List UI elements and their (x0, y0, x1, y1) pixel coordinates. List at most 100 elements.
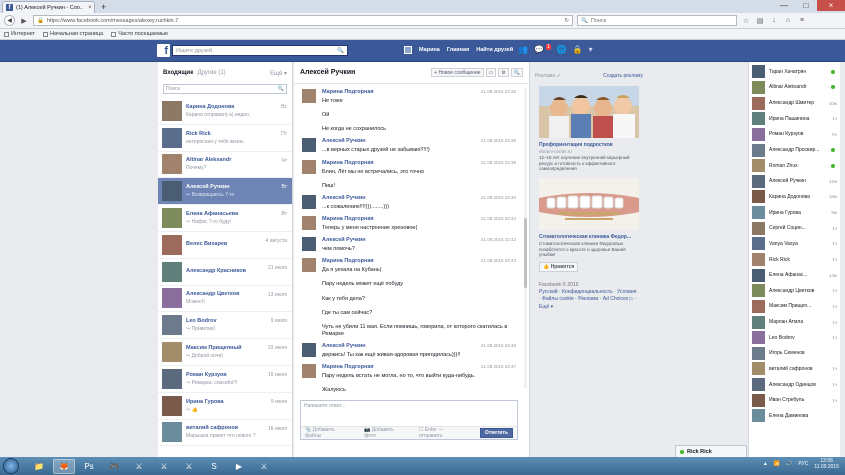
ad-image-teens[interactable] (539, 86, 639, 138)
explorer-icon[interactable]: 📁 (28, 459, 50, 474)
chat-buddy[interactable]: Vanya Vasya 1ч (749, 236, 840, 252)
ad-title[interactable]: Стоматологическая клиника Федор... (539, 234, 639, 240)
tab-other[interactable]: Другие (1) (197, 70, 225, 76)
facebook-logo[interactable]: f (157, 44, 170, 57)
bookmark-item[interactable]: Часто посещаемые (111, 31, 168, 37)
chat-buddy[interactable]: Roman Zhux (749, 158, 840, 174)
scrollbar[interactable] (524, 88, 527, 388)
download-icon[interactable]: ↓ (769, 16, 779, 26)
avatar[interactable] (302, 343, 316, 358)
game-icon[interactable]: 🎮 (103, 459, 125, 474)
notifications-icon[interactable]: 🌐 (557, 45, 567, 54)
close-window-button[interactable]: × (817, 0, 845, 11)
reload-icon[interactable]: ↻ (564, 18, 569, 24)
more-dropdown[interactable]: Ещё ▾ (270, 70, 287, 77)
url-text[interactable]: https://www.facebook.com/messages/alexey… (47, 18, 562, 24)
ad-item[interactable]: Стоматологическая клиника Федор... Стома… (533, 177, 645, 276)
avatar[interactable] (302, 89, 316, 103)
thread-row[interactable]: виталий сафронов Марышка привет что новог… (158, 420, 292, 447)
bookmark-item[interactable]: Интернет (4, 31, 35, 37)
tab-close-icon[interactable]: × (86, 5, 94, 11)
avatar[interactable] (302, 194, 316, 209)
enter-send-checkbox[interactable]: ☐ Enter — отправить (419, 427, 466, 439)
thread-row[interactable]: Александр Цветков Можно!) 13 июля (158, 286, 292, 313)
minimize-button[interactable]: — (773, 0, 795, 11)
tank-game3-icon[interactable]: ⚔ (178, 459, 200, 474)
chat-buddy[interactable]: Rick Rick 1ч (749, 252, 840, 268)
privacy-icon[interactable]: 🔒 (573, 45, 583, 54)
url-bar[interactable]: 🔒 https://www.facebook.com/messages/alex… (33, 15, 573, 26)
chat-buddy[interactable]: Ирина Пашинина 1ч (749, 111, 840, 127)
thread-search-input[interactable]: Поиск 🔍 (163, 84, 287, 94)
friend-requests-icon[interactable]: 👥 (518, 45, 528, 54)
chat-buddy[interactable]: Ирина Гурова 6м (749, 205, 840, 221)
avatar[interactable] (302, 159, 316, 174)
reply-input[interactable]: Напишите ответ... (301, 401, 517, 425)
nav-home[interactable]: Главная (447, 47, 469, 53)
browser-search-input[interactable]: 🔍 Поиск (577, 15, 737, 26)
media-icon[interactable]: ▶ (228, 459, 250, 474)
tank-game2-icon[interactable]: ⚔ (153, 459, 175, 474)
add-files-button[interactable]: 📎 Добавить файлы (305, 427, 350, 439)
settings-dropdown-icon[interactable]: ▾ (589, 45, 593, 54)
chat-buddy[interactable]: Елена Афанас... 14м (749, 267, 840, 283)
thread-row[interactable]: Максим Прищепный ↪ Доброй ночи) 23 июня (158, 339, 292, 366)
thread-row[interactable]: Алексей Ручкин ↪ Возвращаюсь 7-го Вт (158, 178, 292, 206)
skype-icon[interactable]: S (203, 459, 225, 474)
forward-arrow-icon[interactable]: ▶ (19, 16, 29, 26)
nav-profile[interactable]: Марина (419, 47, 440, 53)
browser-tab[interactable]: f (1) Алексей Ручкин - Соо... × (2, 1, 95, 13)
bookmark-item[interactable]: Начальная страница (43, 31, 103, 37)
thread-row[interactable]: Велес Вихарев 4 августа (158, 232, 292, 259)
chat-buddy[interactable]: Карина Додонова 18м (749, 189, 840, 205)
maximize-button[interactable]: □ (795, 0, 817, 11)
avatar[interactable] (302, 138, 316, 153)
star-icon[interactable]: ☆ (741, 16, 751, 26)
thread-row[interactable]: Карина Додонова Карина отправил(-а) видео… (158, 98, 292, 125)
network-icon[interactable]: 📶 (774, 461, 780, 467)
tab-inbox[interactable]: Входящие (163, 70, 193, 76)
back-arrow-icon[interactable]: ◀ (4, 15, 15, 26)
chat-buddy[interactable]: Александр Одинцов 1ч (749, 377, 840, 393)
new-tab-button[interactable]: + (101, 2, 106, 12)
firefox-icon[interactable]: 🦊 (53, 458, 75, 474)
bookmarks-icon[interactable]: ▤ (755, 16, 765, 26)
volume-icon[interactable]: 🔊 (786, 461, 792, 467)
thread-row[interactable]: Роман Курзуов ↪ Ремарка, спасибо!!! 16 июн… (158, 366, 292, 393)
new-message-button[interactable]: + Новое сообщение (431, 68, 484, 77)
nav-find-friends[interactable]: Найти друзей (476, 47, 513, 53)
ad-title[interactable]: Профориентация подростков (539, 142, 639, 148)
thread-row[interactable]: Altinar Aleksandr Почему? Чт (158, 152, 292, 179)
chat-buddy[interactable]: Елена Даминова (749, 408, 840, 424)
avatar[interactable] (302, 258, 316, 273)
search-icon[interactable]: 🔍 (510, 68, 523, 77)
add-photo-button[interactable]: 📷 Добавить фото (364, 427, 405, 439)
app-icon[interactable]: ⚔ (253, 459, 275, 474)
chat-buddy[interactable]: Leo Bodrov 1ч (749, 330, 840, 346)
conversation-title[interactable]: Алексей Ручкин (300, 69, 355, 76)
chat-buddy[interactable]: Игорь Семенов (749, 346, 840, 362)
avatar[interactable] (302, 237, 316, 252)
menu-icon[interactable]: ≡ (797, 16, 807, 26)
tray-arrow-icon[interactable]: ▲ (763, 461, 768, 467)
chat-buddy[interactable]: Максим Прищеп... 1ч (749, 299, 840, 315)
thread-row[interactable]: Leo Bodrov ↪ Приветик) 9 июля (158, 312, 292, 340)
create-ad-link[interactable]: Создать рекламу (603, 73, 643, 79)
thread-row[interactable]: Rick Rick интересная у тебя жизнь Пт (158, 125, 292, 152)
fb-search-input[interactable]: Ищите друзей 🔍 (172, 45, 348, 56)
footer-links[interactable]: Русский · Конфиденциальность · Условия ·… (539, 289, 639, 311)
reply-button[interactable]: Ответить (479, 428, 513, 438)
avatar[interactable] (302, 364, 316, 379)
chat-buddy[interactable]: Александр Просвир... (749, 142, 840, 158)
home-icon[interactable]: ⌂ (783, 16, 793, 26)
thread-row[interactable]: Елена Афанасьева ↪ Нафиг, 7-го буду! Вт (158, 205, 292, 232)
like-page-button[interactable]: 👍 Нравится (539, 261, 579, 272)
language-indicator[interactable]: РУС (798, 461, 808, 467)
chat-buddy[interactable]: Сергей Социн... 1ч (749, 220, 840, 236)
tank-game-icon[interactable]: ⚔ (128, 459, 150, 474)
chat-buddy[interactable]: Александр Цветков 1ч (749, 283, 840, 299)
photoshop-icon[interactable]: Ps (78, 459, 100, 474)
start-button[interactable] (3, 458, 19, 474)
scrollbar-thumb[interactable] (524, 218, 527, 288)
clock[interactable]: 12:06 11.09.2015 (814, 458, 839, 470)
